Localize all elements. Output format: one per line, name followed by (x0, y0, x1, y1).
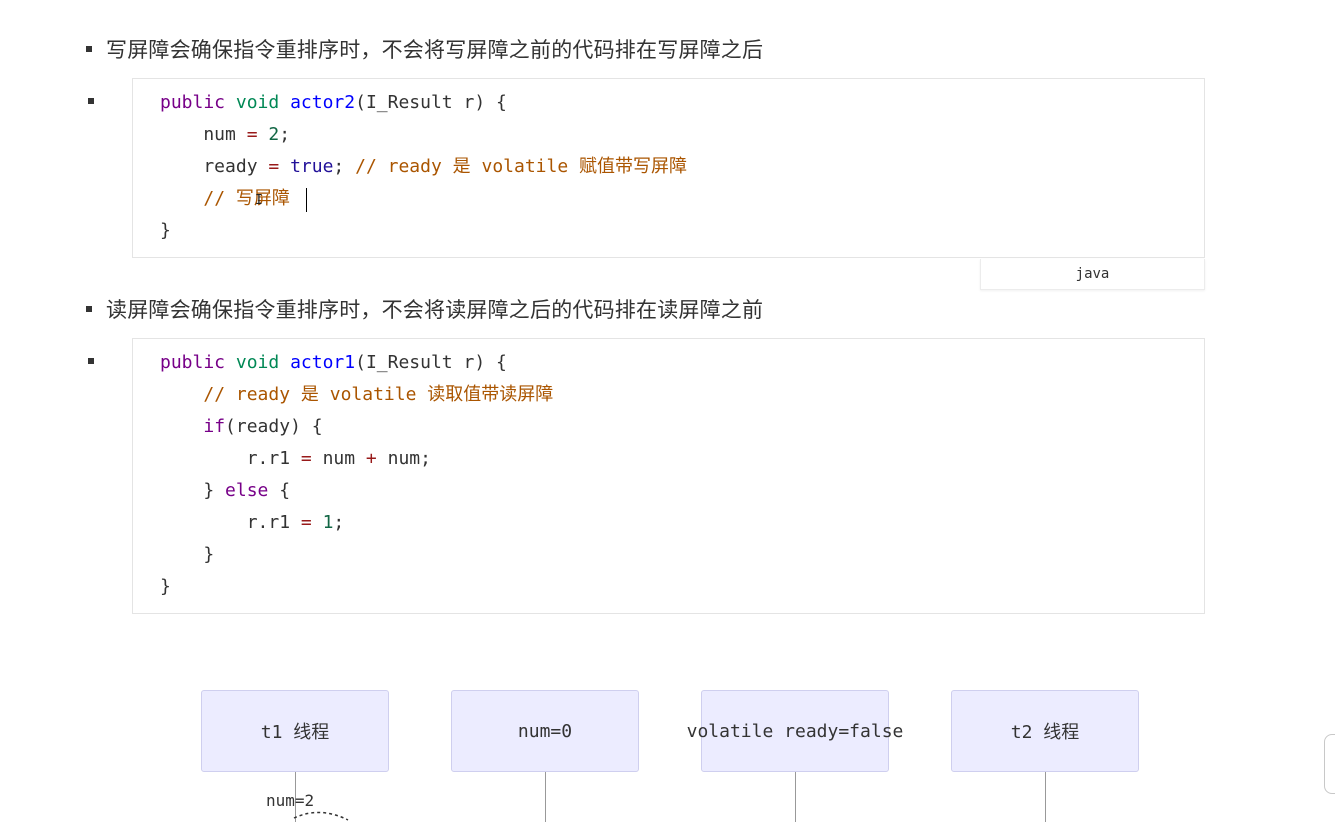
code-line[interactable]: r.r1 = num + num; (160, 443, 431, 475)
code-line[interactable]: } (160, 215, 171, 247)
actor-num: num=0 (451, 690, 639, 772)
bullet-marker (86, 306, 92, 312)
lifeline-ready (795, 772, 796, 822)
bullet-marker (88, 358, 94, 364)
code-line[interactable]: if(ready) { (160, 411, 322, 443)
bullet-marker (86, 46, 92, 52)
bullet-text: 写屏障会确保指令重排序时，不会将写屏障之前的代码排在写屏障之后 (106, 38, 764, 62)
self-message-arrow (293, 811, 349, 821)
code-line[interactable]: // ready 是 volatile 读取值带读屏障 (160, 379, 553, 411)
actor-t2-thread: t2 线程 (951, 690, 1139, 772)
ibeam-cursor-icon: I (255, 193, 263, 208)
text-caret (306, 188, 307, 212)
bullet-item-read-barrier: 读屏障会确保指令重排序时，不会将读屏障之后的代码排在读屏障之前 (86, 294, 763, 324)
code-line[interactable]: num = 2; (160, 119, 290, 151)
code-line[interactable]: } (160, 539, 214, 571)
code-line[interactable]: public void actor2(I_Result r) { (160, 87, 507, 119)
code-block-actor2[interactable]: public void actor2(I_Result r) { num = 2… (132, 78, 1205, 258)
code-line[interactable]: ready = true; // ready 是 volatile 赋值带写屏障 (160, 151, 687, 183)
bullet-text: 读屏障会确保指令重排序时，不会将读屏障之后的代码排在读屏障之前 (106, 298, 764, 322)
code-language-label[interactable]: java (980, 259, 1205, 290)
bullet-item-write-barrier: 写屏障会确保指令重排序时，不会将写屏障之前的代码排在写屏障之后 (86, 34, 763, 64)
lifeline-num (545, 772, 546, 822)
lifeline-t2 (1045, 772, 1046, 822)
bullet-marker (88, 98, 94, 104)
code-line[interactable]: } else { (160, 475, 290, 507)
actor-t1-thread: t1 线程 (201, 690, 389, 772)
actor-volatile-ready: volatile ready=false (687, 690, 903, 772)
side-scroll-widget[interactable] (1324, 734, 1335, 794)
code-block-actor1[interactable]: public void actor1(I_Result r) { // read… (132, 338, 1205, 614)
code-line[interactable]: } (160, 571, 171, 603)
code-line[interactable]: r.r1 = 1; (160, 507, 345, 539)
code-line[interactable]: public void actor1(I_Result r) { (160, 347, 507, 379)
code-line[interactable]: // 写屏障 (160, 183, 290, 215)
